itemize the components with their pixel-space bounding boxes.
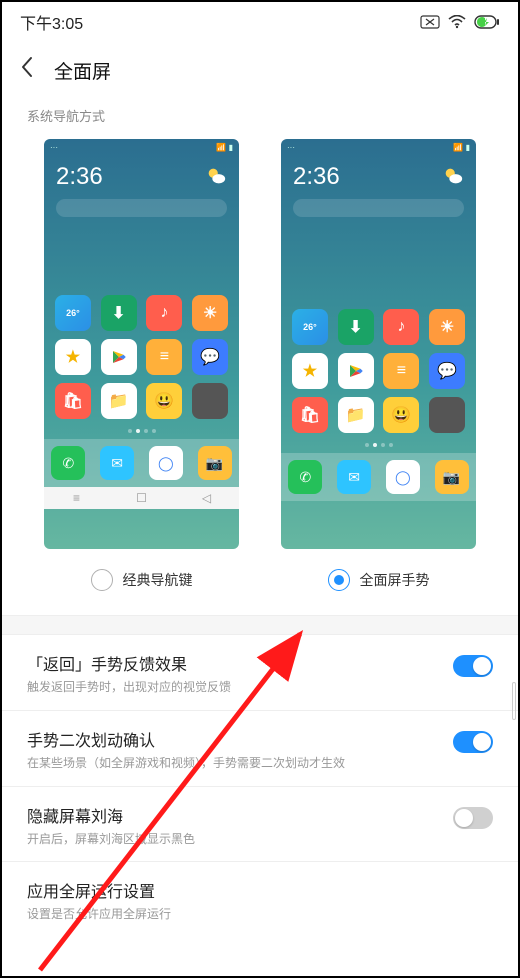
page-title: 全面屏	[54, 57, 111, 84]
setting-back-feedback[interactable]: 「返回」手势反馈效果 触发返回手势时，出现对应的视觉反馈	[2, 635, 518, 711]
radio-icon	[328, 569, 350, 591]
weather-icon	[442, 165, 464, 187]
status-icons	[420, 15, 500, 29]
phone-mock-classic: ···📶 ▮ 2:36 26° ⬇ ♪ ☀ ★ ≡ 💬 🛍 �	[44, 139, 239, 549]
preview-classic[interactable]: ···📶 ▮ 2:36 26° ⬇ ♪ ☀ ★ ≡ 💬 🛍 �	[40, 139, 243, 591]
status-time: 下午3:05	[20, 10, 83, 34]
scroll-indicator	[512, 682, 516, 720]
phone-mock-gesture: ···📶 ▮ 2:36 26° ⬇ ♪ ☀ ★ ≡ 💬 🛍 �	[281, 139, 476, 549]
setting-title: 「返回」手势反馈效果	[27, 651, 231, 675]
radio-classic[interactable]: 经典导航键	[91, 569, 193, 591]
setting-sub: 开启后，屏幕刘海区域显示黑色	[27, 831, 195, 848]
toggle-switch[interactable]	[453, 731, 493, 753]
radio-label: 经典导航键	[123, 570, 193, 590]
setting-sub: 触发返回手势时，出现对应的视觉反馈	[27, 679, 231, 696]
mock-time: 2:36	[56, 163, 103, 191]
radio-gesture[interactable]: 全面屏手势	[328, 569, 430, 591]
weather-icon	[205, 165, 227, 187]
section-divider	[2, 615, 518, 635]
setting-title: 隐藏屏幕刘海	[27, 803, 195, 827]
setting-fullscreen-apps[interactable]: 应用全屏运行设置 设置是否允许应用全屏运行	[2, 862, 518, 937]
page-header: 全面屏	[2, 42, 518, 98]
radio-label: 全面屏手势	[360, 570, 430, 590]
toggle-switch[interactable]	[453, 655, 493, 677]
setting-title: 手势二次划动确认	[27, 727, 345, 751]
section-label: 系统导航方式	[2, 98, 518, 139]
wifi-icon	[448, 15, 466, 29]
setting-hide-notch[interactable]: 隐藏屏幕刘海 开启后，屏幕刘海区域显示黑色	[2, 787, 518, 863]
card-icon	[420, 15, 440, 29]
toggle-switch[interactable]	[453, 807, 493, 829]
setting-sub: 在某些场景（如全屏游戏和视频），手势需要二次划动才生效	[27, 755, 345, 772]
mock-time: 2:36	[293, 163, 340, 191]
setting-double-swipe[interactable]: 手势二次划动确认 在某些场景（如全屏游戏和视频），手势需要二次划动才生效	[2, 711, 518, 787]
status-bar: 下午3:05	[2, 2, 518, 42]
softkeys: ≡☐◁	[44, 487, 239, 509]
setting-title: 应用全屏运行设置	[27, 878, 171, 902]
preview-gesture[interactable]: ···📶 ▮ 2:36 26° ⬇ ♪ ☀ ★ ≡ 💬 🛍 �	[277, 139, 480, 591]
setting-sub: 设置是否允许应用全屏运行	[27, 906, 171, 923]
radio-icon	[91, 569, 113, 591]
nav-style-previews: ···📶 ▮ 2:36 26° ⬇ ♪ ☀ ★ ≡ 💬 🛍 �	[2, 139, 518, 591]
battery-icon	[474, 15, 500, 29]
back-icon[interactable]	[20, 55, 34, 86]
